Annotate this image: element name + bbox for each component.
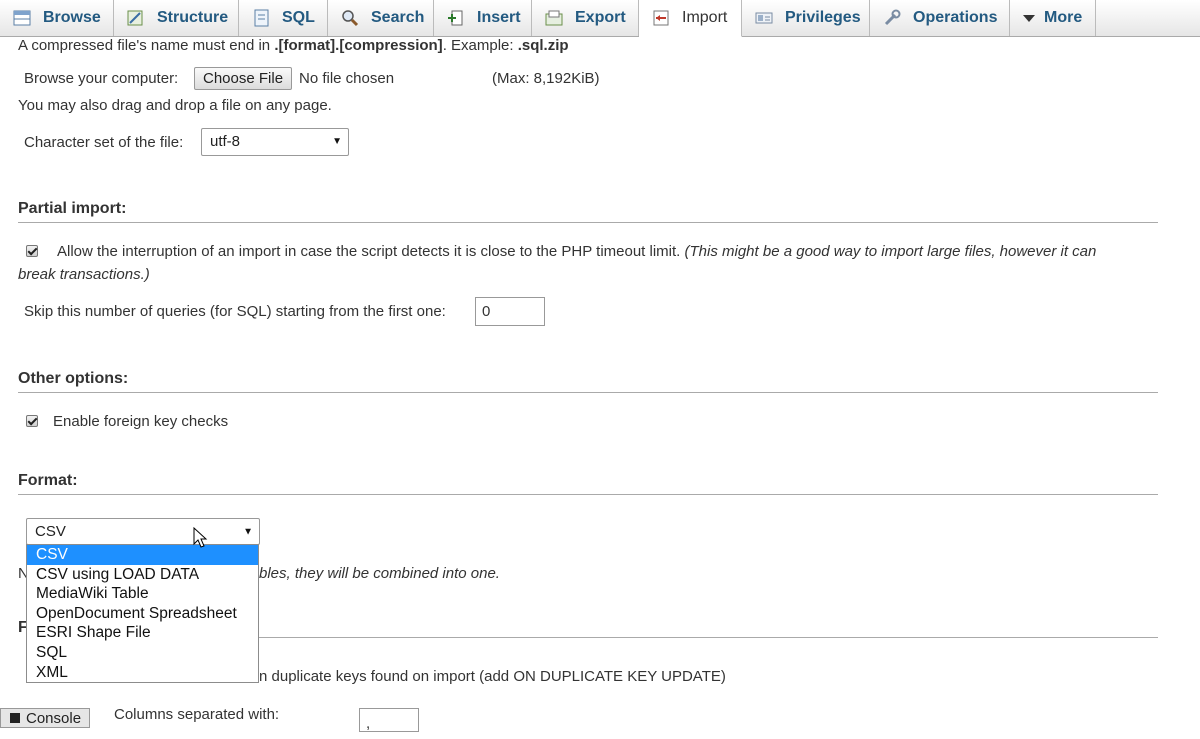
format-select[interactable]: CSV ▼: [26, 518, 260, 545]
tab-privileges[interactable]: Privileges: [742, 0, 870, 36]
allow-note: (This might be a good way to import larg…: [684, 243, 1097, 260]
format-option[interactable]: OpenDocument Spreadsheet: [27, 604, 258, 624]
mouse-pointer-icon: [193, 526, 209, 553]
dropdown-arrow-icon: ▼: [243, 526, 253, 537]
compression-note: A compressed file's name must end in .[f…: [18, 37, 569, 54]
tab-sql[interactable]: SQL: [239, 0, 328, 36]
note-example: .sql.zip: [517, 37, 569, 54]
format-option[interactable]: ESRI Shape File: [27, 623, 258, 643]
tab-export[interactable]: Export: [532, 0, 639, 36]
allow-interrupt-checkbox[interactable]: [26, 245, 38, 257]
export-icon: [544, 9, 566, 27]
tab-label: Search: [371, 9, 425, 26]
tab-label: Export: [575, 9, 626, 26]
columns-separated-label: Columns separated with:: [114, 706, 280, 723]
choose-file-button[interactable]: Choose File: [194, 67, 293, 90]
insert-icon: [446, 9, 468, 27]
tab-label: More: [1044, 9, 1083, 26]
duplicate-keys-text: n duplicate keys found on import (add ON…: [259, 668, 726, 685]
privileges-icon: [754, 9, 776, 27]
drag-drop-note: You may also drag and drop a file on any…: [18, 97, 332, 114]
no-file-text: No file chosen: [299, 70, 395, 87]
tab-label: Browse: [43, 9, 101, 26]
console-button[interactable]: Console: [0, 708, 90, 728]
columns-separated-input[interactable]: ,: [359, 708, 419, 732]
tab-label: SQL: [282, 9, 315, 26]
tab-label: Insert: [477, 9, 521, 26]
search-icon: [340, 9, 362, 27]
format-option[interactable]: XML: [27, 663, 258, 683]
format-hint-rest: bles, they will be combined into one.: [259, 565, 500, 582]
format-dropdown-list: CSV CSV using LOAD DATA MediaWiki Table …: [26, 544, 259, 683]
charset-select[interactable]: utf-8 ▼: [201, 128, 349, 156]
skip-queries-input[interactable]: 0: [475, 297, 545, 326]
format-value: CSV: [35, 523, 66, 540]
foreign-key-label: Enable foreign key checks: [53, 413, 229, 430]
tab-label: Import: [682, 9, 728, 26]
tab-import[interactable]: Import: [639, 0, 742, 37]
format-title: Format:: [18, 472, 1158, 495]
format-option[interactable]: CSV using LOAD DATA: [27, 565, 258, 585]
note-text: A compressed file's name must end in: [18, 37, 275, 54]
note-text: . Example:: [442, 37, 518, 54]
allow-interrupt-label: Allow the interruption of an import in c…: [57, 243, 1096, 260]
console-label: Console: [26, 709, 82, 727]
tab-structure[interactable]: Structure: [114, 0, 239, 36]
console-icon: [10, 713, 20, 723]
tab-operations[interactable]: Operations: [870, 0, 1010, 36]
tab-insert[interactable]: Insert: [434, 0, 532, 36]
format-specific-divider: [259, 637, 1158, 638]
charset-label: Character set of the file:: [24, 134, 184, 151]
tab-browse[interactable]: Browse: [0, 0, 114, 36]
dropdown-arrow-icon: ▼: [332, 136, 342, 147]
allow-interrupt-note-cont: break transactions.): [18, 266, 150, 283]
import-icon: [651, 9, 673, 27]
partial-import-title: Partial import:: [18, 200, 1158, 223]
browse-icon: [12, 9, 34, 27]
format-option[interactable]: MediaWiki Table: [27, 584, 258, 604]
foreign-key-checkbox[interactable]: [26, 415, 38, 427]
allow-text: Allow the interruption of an import in c…: [57, 243, 681, 260]
other-options-title: Other options:: [18, 370, 1158, 393]
skip-queries-label: Skip this number of queries (for SQL) st…: [24, 303, 446, 320]
tab-label: Privileges: [785, 9, 861, 26]
browse-label: Browse your computer:: [24, 70, 179, 87]
charset-value: utf-8: [210, 133, 241, 150]
chevron-down-icon: [1022, 9, 1036, 27]
tab-label: Operations: [913, 9, 998, 26]
tab-label: Structure: [157, 9, 229, 26]
format-option[interactable]: CSV: [27, 545, 258, 565]
note-format: .[format].[compression]: [274, 37, 443, 54]
wrench-icon: [882, 9, 904, 27]
max-size-text: (Max: 8,192KiB): [492, 70, 600, 87]
tab-more[interactable]: More: [1010, 0, 1096, 36]
sql-icon: [251, 9, 273, 27]
structure-icon: [126, 9, 148, 27]
format-option[interactable]: SQL: [27, 643, 258, 663]
tab-search[interactable]: Search: [328, 0, 434, 36]
top-tab-bar: Browse Structure SQL Search Insert Expor…: [0, 0, 1200, 37]
